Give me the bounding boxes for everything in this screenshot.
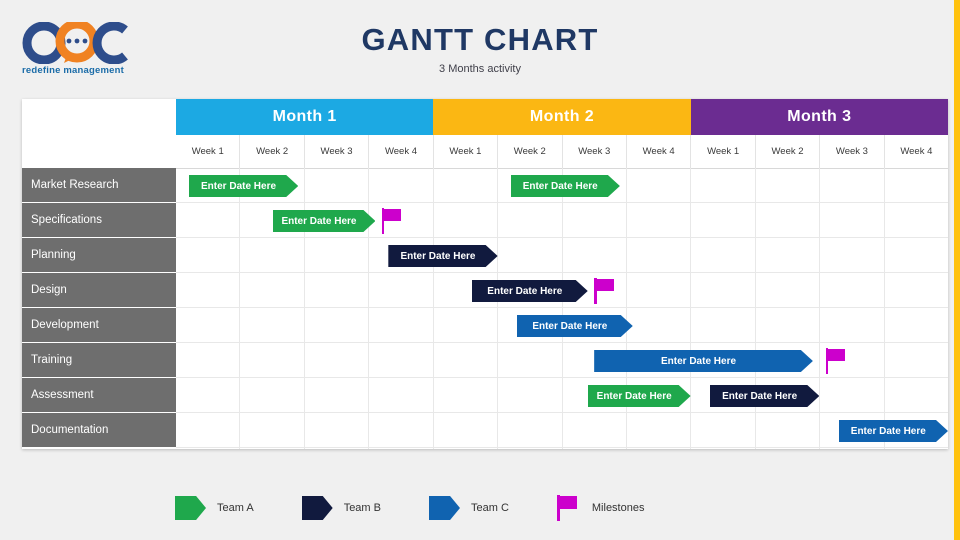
- table-row: Enter Date Here: [176, 344, 948, 378]
- table-row: Enter Date Here Enter Date Here: [176, 169, 948, 203]
- table-row: Enter Date Here: [176, 309, 948, 343]
- gantt-bar[interactable]: Enter Date Here: [189, 175, 298, 197]
- page-subtitle: 3 Months activity: [439, 62, 521, 75]
- task-list: Market Research Specifications Planning Des…: [22, 168, 176, 447]
- week-header-cell: Week 3: [563, 135, 627, 168]
- legend-label: Team A: [217, 502, 254, 514]
- right-edge-accent: [954, 0, 960, 540]
- flag-cloth: [596, 278, 614, 291]
- legend-swatch-icon: [301, 496, 333, 520]
- month-header: Month 1: [176, 99, 434, 135]
- page-title: GANTT CHART: [361, 22, 599, 57]
- task-row-label: Design: [22, 273, 176, 307]
- legend-swatch-icon: [175, 496, 206, 520]
- gantt-chart: Market Research Specifications Planning Des…: [22, 99, 948, 449]
- task-row-label: Training: [22, 343, 176, 377]
- gantt-bar[interactable]: Enter Date Here: [273, 210, 376, 232]
- legend-item: Milestones: [556, 495, 645, 521]
- week-header-cell: Week 4: [627, 135, 692, 168]
- gantt-bar[interactable]: Enter Date Here: [388, 245, 497, 267]
- gantt-bar[interactable]: Enter Date Here: [472, 280, 588, 302]
- week-header-cell: Week 1: [434, 135, 499, 168]
- week-header-cell: Week 4: [900, 146, 933, 157]
- month-header-row: Month 1 Month 2 Month 3: [176, 99, 948, 135]
- gantt-bar[interactable]: Enter Date Here: [594, 350, 813, 372]
- task-row-label: Assessment: [22, 378, 176, 412]
- legend-label: Team C: [470, 502, 509, 514]
- gantt-bar[interactable]: Enter Date Here: [511, 175, 620, 197]
- week-header-cell: Week 3: [305, 135, 370, 168]
- week-header-cell: Week 2: [498, 135, 563, 168]
- task-row-label: Market Research: [22, 168, 176, 202]
- gantt-bar[interactable]: Enter Date Here: [588, 385, 691, 407]
- legend-label: Team B: [343, 502, 381, 514]
- week-header-cell: Week 1: [691, 135, 756, 168]
- table-row: Enter Date Here: [176, 274, 948, 308]
- month-header: Month 3: [690, 99, 948, 135]
- task-row-label: Specifications: [22, 203, 176, 237]
- task-row-label: Planning: [22, 238, 176, 272]
- gantt-bar[interactable]: Enter Date Here: [710, 385, 819, 407]
- milestone-flag-icon[interactable]: [594, 278, 616, 304]
- week-header-cell: Week 2: [240, 135, 305, 168]
- table-row: Enter Date Here: [176, 414, 948, 448]
- gantt-rows: Enter Date Here Enter Date Here Enter Date…: [176, 169, 948, 450]
- title-block: GANTT CHART 3 Months activity: [0, 22, 960, 75]
- table-row: Enter Date Here: [176, 239, 948, 273]
- week-header-cell: Week 1: [176, 135, 241, 168]
- month-header: Month 2: [433, 99, 691, 135]
- week-header-cell: Week 4: [369, 135, 434, 168]
- table-row: Enter Date Here: [176, 204, 948, 238]
- chart-legend: Team A Team B Team C Milestones: [175, 492, 795, 524]
- milestone-flag-icon[interactable]: [381, 208, 404, 234]
- gantt-bar[interactable]: Enter Date Here: [839, 420, 948, 442]
- legend-swatch-icon: [428, 496, 460, 520]
- legend-item: Team B: [301, 496, 381, 520]
- legend-label: Milestones: [591, 502, 645, 514]
- flag-cloth: [828, 348, 846, 361]
- milestone-flag-icon[interactable]: [825, 348, 848, 374]
- milestone-flag-icon: [556, 495, 581, 521]
- week-header-row: Week 1 Week 2 Week 3 Week 4 Week 1 Week 2 Week…: [176, 135, 948, 169]
- task-column-header: [22, 99, 176, 168]
- task-row-label: Development: [22, 308, 176, 342]
- timeline-area: Month 1 Month 2 Month 3 Week 1 Week 2 Week 3…: [176, 99, 948, 449]
- week-header-cell: Week 2: [756, 135, 821, 168]
- legend-item: Team C: [428, 496, 509, 520]
- table-row: Enter Date Here Enter Date Here: [176, 379, 948, 413]
- week-header-cell: Week 3: [820, 135, 885, 168]
- gantt-bar[interactable]: Enter Date Here: [517, 315, 633, 337]
- task-row-label: Documentation: [22, 413, 176, 447]
- flag-cloth: [384, 208, 402, 221]
- task-name-column: Market Research Specifications Planning Des…: [22, 99, 176, 449]
- legend-item: Team A: [175, 496, 254, 520]
